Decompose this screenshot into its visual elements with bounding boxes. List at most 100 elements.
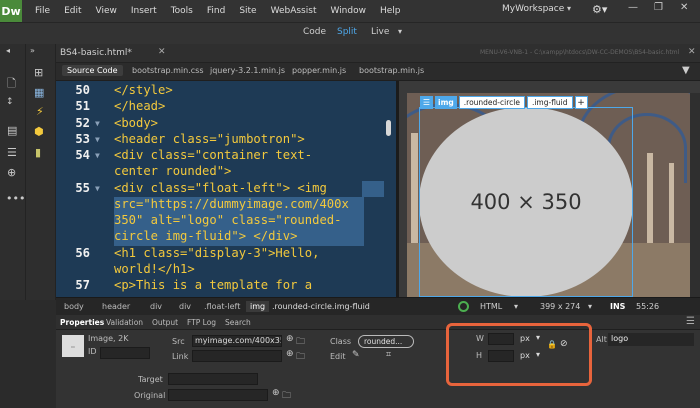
chevron-down-icon[interactable]: ▾ <box>398 27 402 36</box>
chevron-down-icon[interactable]: ▾ <box>567 4 571 13</box>
menu-site[interactable]: Site <box>232 6 263 16</box>
live-view-button[interactable]: Live <box>371 27 389 37</box>
css-designer-icon[interactable]: ▦ <box>34 86 44 99</box>
fold-icon[interactable]: ▼ <box>95 184 100 193</box>
menu-find[interactable]: Find <box>200 6 232 16</box>
menu-edit[interactable]: Edit <box>57 6 88 16</box>
code-line[interactable]: 56 <h1 class="display-3">Hello, <box>56 246 386 262</box>
more-icon[interactable]: ••• <box>6 192 25 205</box>
target-icon[interactable]: ⊕ <box>272 388 280 398</box>
close-icon[interactable]: ✕ <box>158 47 166 57</box>
code-line[interactable]: 50 </style> <box>56 83 386 99</box>
tab-jquery[interactable]: jquery-3.2.1.min.js <box>210 66 285 75</box>
add-class-button[interactable]: + <box>574 96 588 109</box>
filter-icon[interactable]: ▼ <box>682 65 690 76</box>
maximize-icon[interactable]: ❐ <box>654 2 663 13</box>
menu-file[interactable]: File <box>28 6 57 16</box>
tab-source-code[interactable]: Source Code <box>62 65 123 76</box>
close-icon[interactable]: ✕ <box>680 2 688 13</box>
snippets-icon[interactable]: ⚡ <box>36 105 44 118</box>
target-icon[interactable]: ⊕ <box>286 349 294 359</box>
hud-class[interactable]: .rounded-circle <box>458 96 525 109</box>
fold-icon[interactable]: ▼ <box>95 151 100 160</box>
document-tab[interactable]: BS4-basic.html* <box>60 48 132 58</box>
class-select[interactable]: rounded... <box>358 335 414 348</box>
document-type[interactable]: HTML <box>480 302 502 311</box>
properties-icon[interactable]: ▤ <box>7 124 17 137</box>
sort-icon[interactable]: ↕ <box>6 97 14 107</box>
collapse-panel-icon[interactable]: ◂ <box>6 46 10 55</box>
code-view-button[interactable]: Code <box>303 27 326 37</box>
code-line[interactable]: 350" alt="logo" class="rounded- <box>56 213 386 229</box>
id-field[interactable] <box>100 347 150 359</box>
original-field[interactable] <box>168 389 268 401</box>
split-view-button[interactable]: Split <box>337 27 357 37</box>
code-line[interactable]: 54 ▼ <div class="container text- <box>56 148 386 164</box>
crop-icon[interactable]: ⌗ <box>386 350 391 360</box>
menu-view[interactable]: View <box>89 6 124 16</box>
check-icon[interactable] <box>458 301 469 312</box>
expand-panels-icon[interactable]: » <box>30 46 35 55</box>
code-line[interactable]: center rounded"> <box>56 164 386 180</box>
code-line[interactable]: circle img-fluid"> </div> <box>56 229 386 245</box>
target-icon[interactable]: ⊕ <box>286 334 294 344</box>
tag-crumb[interactable]: div <box>179 302 191 311</box>
code-line[interactable]: 55 ▼ <div class="float-left"> <img <box>56 181 386 197</box>
code-text: src="https://dummyimage.com/400x <box>114 197 349 211</box>
format-icon[interactable]: ☰ <box>7 146 17 159</box>
folder-icon[interactable]: 🗀 <box>282 388 291 404</box>
tag-crumb[interactable]: header <box>102 302 130 311</box>
menu-insert[interactable]: Insert <box>124 6 164 16</box>
panel-menu-icon[interactable]: ☰ <box>686 316 695 327</box>
tag-crumb[interactable]: .float-left <box>204 302 240 311</box>
code-scrollbar-thumb[interactable] <box>386 120 391 136</box>
chevron-down-icon[interactable]: ▾ <box>514 302 518 311</box>
tab-popper[interactable]: popper.min.js <box>292 66 346 75</box>
hud-class[interactable]: .img-fluid <box>526 96 573 109</box>
fold-icon[interactable]: ▼ <box>95 119 100 128</box>
menu-window[interactable]: Window <box>323 6 373 16</box>
files-icon[interactable]: ▮ <box>35 146 41 159</box>
menu-webassist[interactable]: WebAssist <box>264 6 324 16</box>
live-scrollbar[interactable] <box>690 93 700 297</box>
workspace-switcher[interactable]: MyWorkspace <box>502 4 564 14</box>
code-line[interactable]: 52 ▼ <body> <box>56 116 386 132</box>
tab-bootstrap-css[interactable]: bootstrap.min.css <box>132 66 203 75</box>
minimize-icon[interactable]: — <box>628 2 638 13</box>
code-line[interactable]: 51 </head> <box>56 99 386 115</box>
target-icon[interactable]: ⊕ <box>7 166 16 179</box>
open-document-icon[interactable]: 🗋 <box>7 75 16 94</box>
alt-field[interactable]: logo <box>608 333 694 346</box>
tag-crumb-selected[interactable]: img <box>246 301 270 312</box>
hamburger-icon[interactable]: ☰ <box>420 96 433 109</box>
menu-tools[interactable]: Tools <box>164 6 200 16</box>
code-editor[interactable]: 50 </style> 51 </head> 52 ▼ <body> 53 ▼ … <box>56 81 396 297</box>
folder-icon[interactable]: 🗀 <box>296 334 305 350</box>
tab-validation[interactable]: Validation <box>106 318 143 327</box>
assets-icon[interactable]: ⬢ <box>34 125 44 138</box>
tab-output[interactable]: Output <box>152 318 178 327</box>
src-field[interactable]: myimage.com/400x350 <box>192 335 282 347</box>
live-view[interactable]: 400 × 350 <box>407 93 700 297</box>
fold-icon[interactable]: ▼ <box>95 135 100 144</box>
chevron-down-icon[interactable]: ▾ <box>588 302 592 311</box>
target-field[interactable] <box>168 373 258 385</box>
tag-crumb[interactable]: body <box>64 302 84 311</box>
code-line[interactable]: world!</h1> <box>56 262 386 278</box>
tab-search[interactable]: Search <box>225 318 251 327</box>
dom-tree-icon[interactable]: ⊞ <box>34 66 43 79</box>
tab-properties[interactable]: Properties <box>60 318 104 327</box>
gear-icon[interactable]: ⚙▾ <box>592 3 607 16</box>
code-line[interactable]: 53 ▼ <header class="jumbotron"> <box>56 132 386 148</box>
window-size[interactable]: 399 x 274 <box>540 302 580 311</box>
tab-bootstrap-js[interactable]: bootstrap.min.js <box>359 66 424 75</box>
menu-help[interactable]: Help <box>373 6 408 16</box>
link-field[interactable] <box>192 350 282 362</box>
tab-ftp-log[interactable]: FTP Log <box>187 318 216 327</box>
code-line[interactable]: 57 <p>This is a template for a <box>56 278 386 294</box>
close-icon[interactable]: ✕ <box>688 47 696 57</box>
folder-icon[interactable]: 🗀 <box>296 349 305 365</box>
code-line[interactable]: src="https://dummyimage.com/400x <box>56 197 386 213</box>
tag-crumb[interactable]: div <box>150 302 162 311</box>
pencil-icon[interactable]: ✎ <box>352 350 360 360</box>
